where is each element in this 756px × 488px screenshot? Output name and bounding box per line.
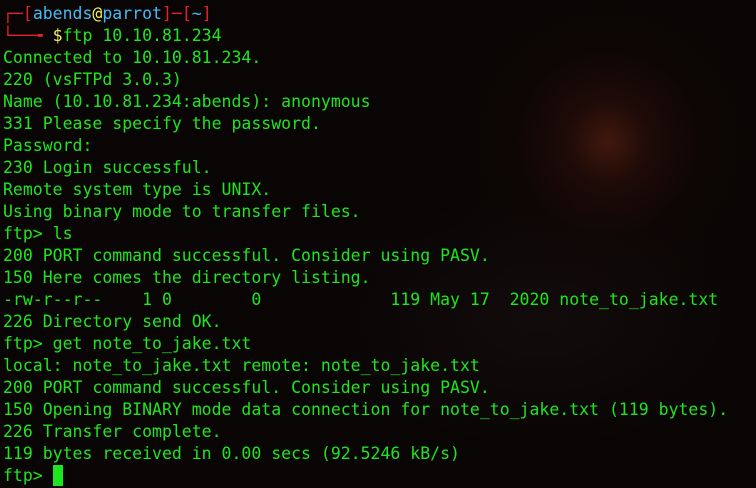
output-line: 230 Login successful. xyxy=(3,158,212,177)
output-line: Using binary mode to transfer files. xyxy=(3,202,361,221)
output-line: 220 (vsFTPd 3.0.3) xyxy=(3,70,182,89)
output-line: 119 bytes received in 0.00 secs (92.5246… xyxy=(3,444,460,463)
prompt-frame-open: ┌─[ xyxy=(3,4,33,23)
terminal-window[interactable]: ┌─[abends@parrot]─[~] └──╼ $ftp 10.10.81… xyxy=(0,0,756,488)
output-line: ftp> ls xyxy=(3,224,73,243)
output-line: 331 Please specify the password. xyxy=(3,114,321,133)
prompt-frame-second: └──╼ xyxy=(3,26,53,45)
prompt-host: parrot xyxy=(102,4,162,23)
ftp-prompt: ftp> xyxy=(3,466,53,485)
output-line: 150 Here comes the directory listing. xyxy=(3,268,371,287)
prompt-user: abends xyxy=(32,4,93,23)
terminal-output: Connected to 10.10.81.234. 220 (vsFTPd 3… xyxy=(3,47,756,465)
output-line: 226 Directory send OK. xyxy=(3,312,222,331)
output-line: 200 PORT command successful. Consider us… xyxy=(3,246,490,265)
shell-command: ftp 10.10.81.234 xyxy=(62,26,222,45)
text-cursor[interactable] xyxy=(52,465,63,486)
ftp-input-line[interactable]: ftp> xyxy=(3,465,756,487)
output-line: -rw-r--r-- 1 0 0 119 May 17 2020 note_to… xyxy=(3,290,719,309)
shell-prompt-line-1: ┌─[abends@parrot]─[~] xyxy=(3,3,756,25)
output-line: 150 Opening BINARY mode data connection … xyxy=(3,400,729,419)
prompt-frame-mid: ]─[ xyxy=(161,4,192,23)
output-line: Connected to 10.10.81.234. xyxy=(3,48,262,67)
output-line: local: note_to_jake.txt remote: note_to_… xyxy=(3,356,480,375)
output-line: Password: xyxy=(3,136,93,155)
output-line: Name (10.10.81.234:abends): anonymous xyxy=(3,92,371,111)
prompt-at: @ xyxy=(92,4,103,23)
output-line: ftp> get note_to_jake.txt xyxy=(3,334,252,353)
prompt-dollar: $ xyxy=(52,26,63,45)
output-line: Remote system type is UNIX. xyxy=(3,180,272,199)
prompt-directory: ~ xyxy=(191,4,202,23)
output-line: 200 PORT command successful. Consider us… xyxy=(3,378,490,397)
shell-prompt-line-2: └──╼ $ftp 10.10.81.234 xyxy=(3,25,756,47)
prompt-frame-close: ] xyxy=(201,4,212,23)
output-line: 226 Transfer complete. xyxy=(3,422,222,441)
